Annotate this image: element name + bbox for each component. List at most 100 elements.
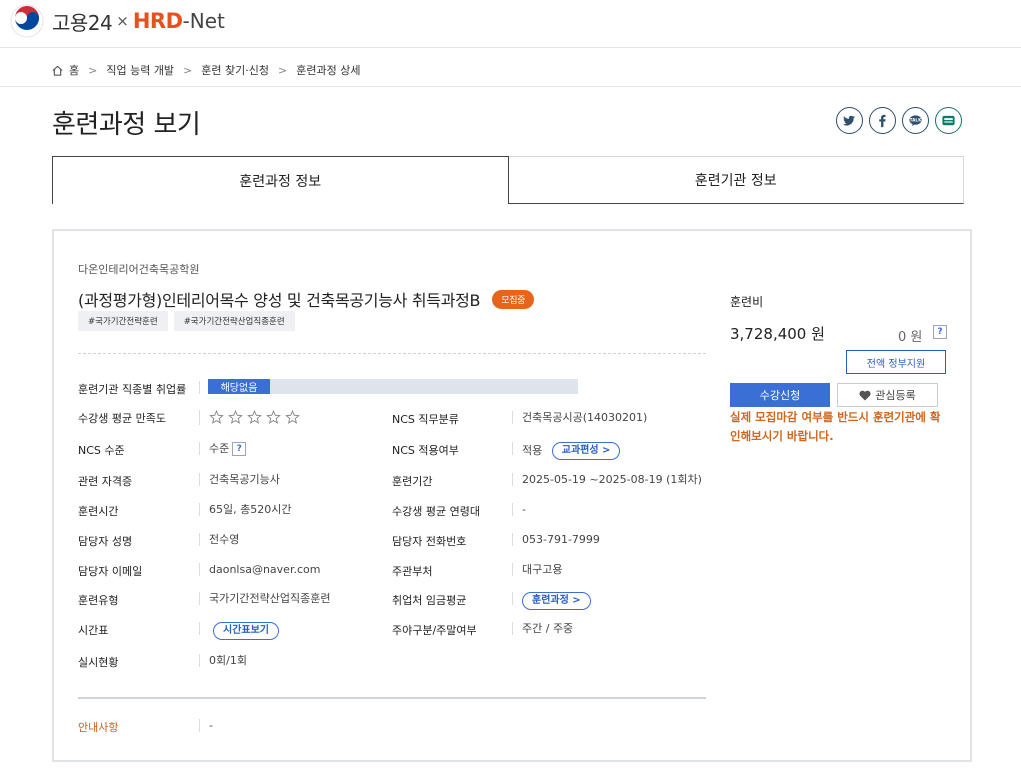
breadcrumb-current: 훈련과정 상세 [296,64,361,77]
breadcrumb-job-skill[interactable]: 직업 능력 개발 [106,62,174,78]
detail-tabs: 훈련과정 정보 훈련기관 정보 [52,156,964,204]
page-title: 훈련과정 보기 [52,110,201,140]
type-value: 국가기간전략산업직종훈련 [199,592,330,605]
heart-icon [859,390,871,400]
divider [78,697,706,699]
full-support-button[interactable]: 전액 정부지원 [846,350,946,374]
top-header: 고용24 × HRD -Net [0,0,1021,48]
site-logo[interactable]: 고용24 × HRD -Net [10,4,225,38]
logo-times: × [116,12,129,30]
breadcrumb: 홈 > 직업 능력 개발 > 훈련 찾기·신청 > 훈련과정 상세 [0,49,1021,87]
cert-value: 건축목공기능사 [199,473,280,486]
facebook-share-button[interactable] [869,107,896,134]
course-title: (과정평가형)인테리어목수 양성 및 건축목공기능사 취득과정B 모집중 [78,287,535,311]
ncs-level-value: 수준? [199,442,247,456]
chevron-right-icon: > [278,63,288,77]
star-icon [228,410,243,424]
star-icon [285,410,300,424]
course-tags: #국가기간전략훈련 #국가기간전략산업직종훈련 [78,311,301,331]
wage-label: 취업처 임금평균 [392,594,467,607]
timetable-button[interactable]: 시간표보기 [213,622,279,640]
daynight-label: 주야구분/주말여부 [392,624,477,637]
logo-goyong24: 고용24 [52,10,113,35]
hours-value: 65일, 총520시간 [199,503,291,516]
satisfaction-label: 수강생 평균 만족도 [78,412,166,425]
course-detail-panel: 다온인테리어건축목공학원 (과정평가형)인테리어목수 양성 및 건축목공기능사 … [52,229,972,762]
share-icons: TALK [836,107,962,134]
satisfaction-rating [199,410,300,425]
star-icon [266,410,281,424]
tag-item: #국가기간전략훈련 [78,311,168,331]
age-value: - [512,503,526,516]
period-value: 2025-05-19 ~2025-08-19 (1회차) [512,473,702,486]
ncs-job-value: 건축목공시공(14030201) [512,411,647,424]
status-label: 실시현황 [78,656,119,669]
star-icon [247,410,262,424]
ncs-apply-text: 적용 [522,444,543,457]
course-button[interactable]: 훈련과정 > [522,592,591,610]
curriculum-button[interactable]: 교과편성 > [551,442,621,460]
fee-value: 3,728,400 원 [730,325,825,343]
breadcrumb-find-training[interactable]: 훈련 찾기·신청 [201,62,269,78]
tab-course-info[interactable]: 훈련과정 정보 [52,156,509,204]
institution-name[interactable]: 다온인테리어건축목공학원 [78,261,199,277]
twitter-icon [842,115,856,126]
daynight-value: 주간 / 주중 [512,622,573,635]
favorite-button[interactable]: 관심등록 [837,383,938,407]
star-icon [209,410,224,424]
manager-value: 전수영 [199,533,239,546]
wage-value: 훈련과정 > [512,592,591,610]
help-button[interactable]: ? [232,442,247,456]
status-badge: 모집중 [492,289,535,309]
svg-text:TALK: TALK [910,118,922,123]
breadcrumb-home[interactable]: 홈 [69,62,79,78]
notice-value: - [199,719,213,732]
period-label: 훈련기간 [392,475,433,488]
cert-label: 관련 자격증 [78,475,133,488]
employment-rate-bar: 해당없음 [208,379,578,394]
tag-item: #국가기간전략산업직종훈련 [173,311,295,331]
kakaostory-share-button[interactable] [935,107,962,134]
divider [199,381,200,394]
age-label: 수강생 평균 연령대 [392,505,480,518]
fee-help-button[interactable]: ? [933,325,947,339]
phone-value: 053-791-7999 [512,533,600,546]
apply-button[interactable]: 수강신청 [730,383,830,407]
employment-rate-label: 훈련기관 직종별 취업률 [78,383,187,396]
manager-label: 담당자 성명 [78,535,133,548]
timetable-label: 시간표 [78,624,109,637]
logo-hrd: HRD [132,9,183,33]
divider [78,353,706,354]
phone-label: 담당자 전화번호 [392,535,467,548]
ncs-level-label: NCS 수준 [78,444,125,457]
hours-label: 훈련시간 [78,505,119,518]
type-label: 훈련유형 [78,594,119,607]
email-value: daonlsa@naver.com [199,563,320,576]
fee-label: 훈련비 [730,295,764,309]
chevron-right-icon: > [88,63,98,77]
agency-value: 대구고용 [512,563,562,576]
favorite-label: 관심등록 [875,389,916,402]
warning-text: 실제 모집마감 여부를 반드시 훈련기관에 확인해보시기 바랍니다. [730,410,941,443]
course-title-text: (과정평가형)인테리어목수 양성 및 건축목공기능사 취득과정B [78,291,481,310]
facebook-icon [879,114,886,128]
tab-institution-info[interactable]: 훈련기관 정보 [508,156,964,204]
employment-rate-value: 해당없음 [208,379,270,394]
home-icon [52,65,63,76]
email-label: 담당자 이메일 [78,565,143,578]
notice-label: 안내사항 [78,721,119,734]
chevron-right-icon: > [183,63,193,77]
ncs-level-text: 수준 [209,442,230,455]
agency-label: 주관부처 [392,565,433,578]
timetable-value: 시간표보기 [199,622,279,640]
ncs-apply-label: NCS 적용여부 [392,444,459,457]
korea-emblem-icon [10,4,44,38]
ncs-apply-value: 적용 교과편성 > [512,442,621,460]
kakaostory-icon [942,115,955,126]
logo-net: -Net [182,9,225,33]
status-value: 0회/1회 [199,654,247,667]
twitter-share-button[interactable] [836,107,863,134]
ncs-job-label: NCS 직무분류 [392,413,459,426]
kakaotalk-icon: TALK [909,115,922,127]
kakaotalk-share-button[interactable]: TALK [902,107,929,134]
